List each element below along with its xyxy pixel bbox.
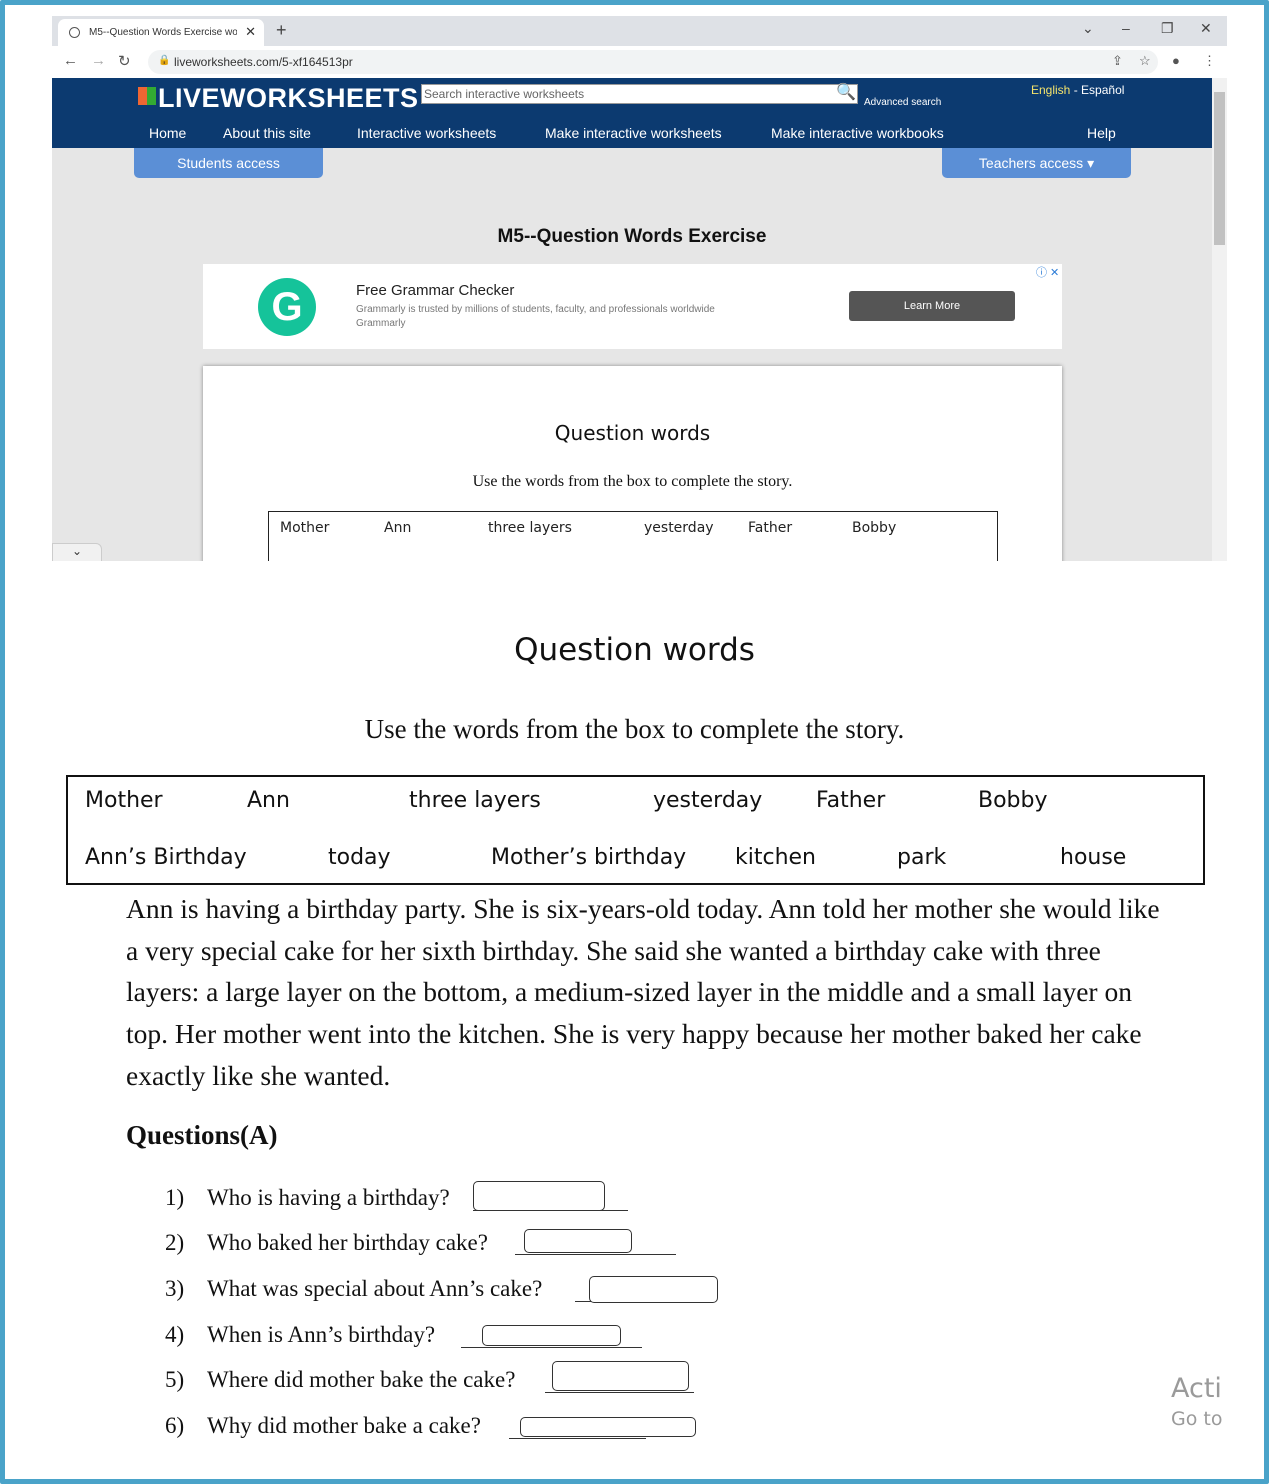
- menu-kebab-icon[interactable]: ⋮: [1203, 53, 1216, 69]
- menu-home[interactable]: Home: [149, 125, 186, 141]
- worksheet-preview-wordbox: Mother Ann three layers yesterday Father…: [268, 511, 998, 561]
- scroll-thumb[interactable]: [1214, 92, 1225, 245]
- logo-icon: [138, 87, 156, 105]
- collapse-chevron-icon[interactable]: ⌄: [52, 543, 102, 561]
- browser-window: M5--Question Words Exercise wo ✕ + ⌄ – ❐…: [52, 16, 1227, 561]
- word-box-word: yesterday: [653, 788, 763, 813]
- teachers-access-button[interactable]: Teachers access ▾: [942, 148, 1131, 178]
- search-icon[interactable]: 🔍: [836, 82, 856, 102]
- question-4: 4) When is Ann’s birthday?: [165, 1322, 436, 1347]
- word-box-word: kitchen: [735, 845, 816, 870]
- browser-tab[interactable]: M5--Question Words Exercise wo ✕: [58, 19, 264, 46]
- close-tab-icon[interactable]: ✕: [245, 24, 256, 40]
- answer-field-2[interactable]: [524, 1229, 632, 1253]
- ad-headline[interactable]: Free Grammar Checker: [356, 282, 514, 299]
- word-box: Mother Ann three layers yesterday Father…: [66, 775, 1205, 885]
- preview-word: Bobby: [852, 520, 897, 536]
- answer-field-1[interactable]: [473, 1181, 605, 1211]
- site-logo[interactable]: LIVEWORKSHEETS: [138, 83, 419, 114]
- ad-banner[interactable]: G Free Grammar Checker Grammarly is trus…: [203, 264, 1062, 349]
- menu-interactive-worksheets[interactable]: Interactive worksheets: [357, 125, 496, 141]
- close-window-icon[interactable]: ✕: [1200, 20, 1212, 37]
- word-box-word: Bobby: [978, 788, 1048, 813]
- word-box-word: Ann: [247, 788, 290, 813]
- question-6: 6) Why did mother bake a cake?: [165, 1413, 481, 1438]
- page-scrollbar[interactable]: [1212, 78, 1227, 561]
- worksheet-preview-title: Question words: [554, 421, 711, 445]
- profile-icon[interactable]: ●: [1172, 53, 1180, 68]
- ad-brand: Grammarly: [356, 318, 406, 329]
- answer-field-5[interactable]: [552, 1361, 689, 1391]
- word-box-word: Mother: [85, 788, 163, 813]
- answer-field-3[interactable]: [589, 1276, 718, 1303]
- answer-underline: [509, 1438, 646, 1439]
- answer-underline: [545, 1392, 694, 1393]
- answer-underline: [461, 1347, 642, 1348]
- menu-make-workbooks[interactable]: Make interactive workbooks: [771, 125, 944, 141]
- new-tab-button[interactable]: +: [276, 20, 287, 41]
- lang-separator: -: [1073, 83, 1078, 97]
- word-box-word: Mother’s birthday: [491, 845, 687, 870]
- preview-word: three layers: [488, 520, 572, 536]
- word-box-word: Father: [816, 788, 886, 813]
- globe-icon: [69, 27, 80, 38]
- advanced-search-link[interactable]: Advanced search: [864, 97, 941, 108]
- menu-about[interactable]: About this site: [223, 125, 311, 141]
- tab-title: M5--Question Words Exercise wo: [89, 27, 237, 38]
- preview-word: yesterday: [644, 520, 714, 536]
- language-switch: English - Español: [1031, 83, 1124, 97]
- preview-word: Father: [748, 520, 793, 536]
- url-text: liveworksheets.com/5-xf164513pr: [174, 55, 353, 69]
- activate-watermark-sub: Go to: [1171, 1408, 1223, 1430]
- page-title: M5--Question Words Exercise: [497, 226, 767, 247]
- share-icon[interactable]: ⇪: [1112, 53, 1123, 69]
- tab-bar: M5--Question Words Exercise wo ✕ + ⌄ – ❐…: [52, 16, 1227, 46]
- story-paragraph: Ann is having a birthday party. She is s…: [126, 893, 1160, 1091]
- worksheet-instruction: Use the words from the box to complete t…: [364, 714, 905, 744]
- learn-more-button[interactable]: Learn More: [849, 291, 1015, 321]
- menu-help[interactable]: Help: [1087, 125, 1116, 141]
- star-icon[interactable]: ☆: [1139, 53, 1151, 69]
- forward-icon[interactable]: →: [91, 52, 106, 69]
- menu-make-worksheets[interactable]: Make interactive worksheets: [545, 125, 722, 141]
- word-box-word: today: [328, 845, 391, 870]
- answer-field-4[interactable]: [482, 1325, 621, 1346]
- preview-word: Ann: [384, 520, 412, 536]
- worksheet-title: Question words: [514, 632, 755, 668]
- ad-description: Grammarly is trusted by millions of stud…: [356, 304, 715, 315]
- grammarly-logo-icon: G: [258, 278, 316, 336]
- answer-underline: [515, 1254, 676, 1255]
- preview-word: Mother: [280, 520, 330, 536]
- questions-heading: Questions(A): [126, 1120, 278, 1150]
- question-2: 2) Who baked her birthday cake?: [165, 1230, 488, 1255]
- question-3: 3) What was special about Ann’s cake?: [165, 1276, 543, 1301]
- word-box-word: house: [1060, 845, 1127, 870]
- restore-icon[interactable]: ❐: [1161, 20, 1174, 37]
- question-5: 5) Where did mother bake the cake?: [165, 1367, 516, 1392]
- lang-spanish-link[interactable]: Español: [1081, 83, 1124, 97]
- word-box-word: park: [897, 845, 947, 870]
- reload-icon[interactable]: ↻: [118, 52, 131, 70]
- lock-icon: 🔒: [158, 55, 171, 66]
- back-icon[interactable]: ←: [63, 52, 78, 69]
- site-header: LIVEWORKSHEETS Search interactive worksh…: [52, 78, 1212, 148]
- word-box-word: Ann’s Birthday: [85, 845, 247, 870]
- students-access-button[interactable]: Students access: [134, 148, 323, 178]
- answer-field-6[interactable]: [520, 1417, 696, 1437]
- lang-english-link[interactable]: English: [1031, 83, 1070, 97]
- chevron-down-icon[interactable]: ⌄: [1082, 20, 1094, 37]
- word-box-word: three layers: [409, 788, 541, 813]
- worksheet-preview-instruction: Use the words from the box to complete t…: [472, 473, 793, 490]
- activate-watermark: Acti: [1171, 1373, 1222, 1404]
- question-1: 1) Who is having a birthday?: [165, 1185, 450, 1210]
- search-input[interactable]: Search interactive worksheets: [421, 84, 858, 104]
- address-bar-row: ← → ↻ 🔒 liveworksheets.com/5-xf164513pr …: [52, 46, 1227, 78]
- minimize-icon[interactable]: –: [1122, 20, 1130, 36]
- adchoices-icon[interactable]: ⓘ ✕: [1036, 264, 1059, 280]
- worksheet-preview: Question words Use the words from the bo…: [203, 366, 1062, 561]
- url-field[interactable]: 🔒 liveworksheets.com/5-xf164513pr: [148, 50, 1158, 74]
